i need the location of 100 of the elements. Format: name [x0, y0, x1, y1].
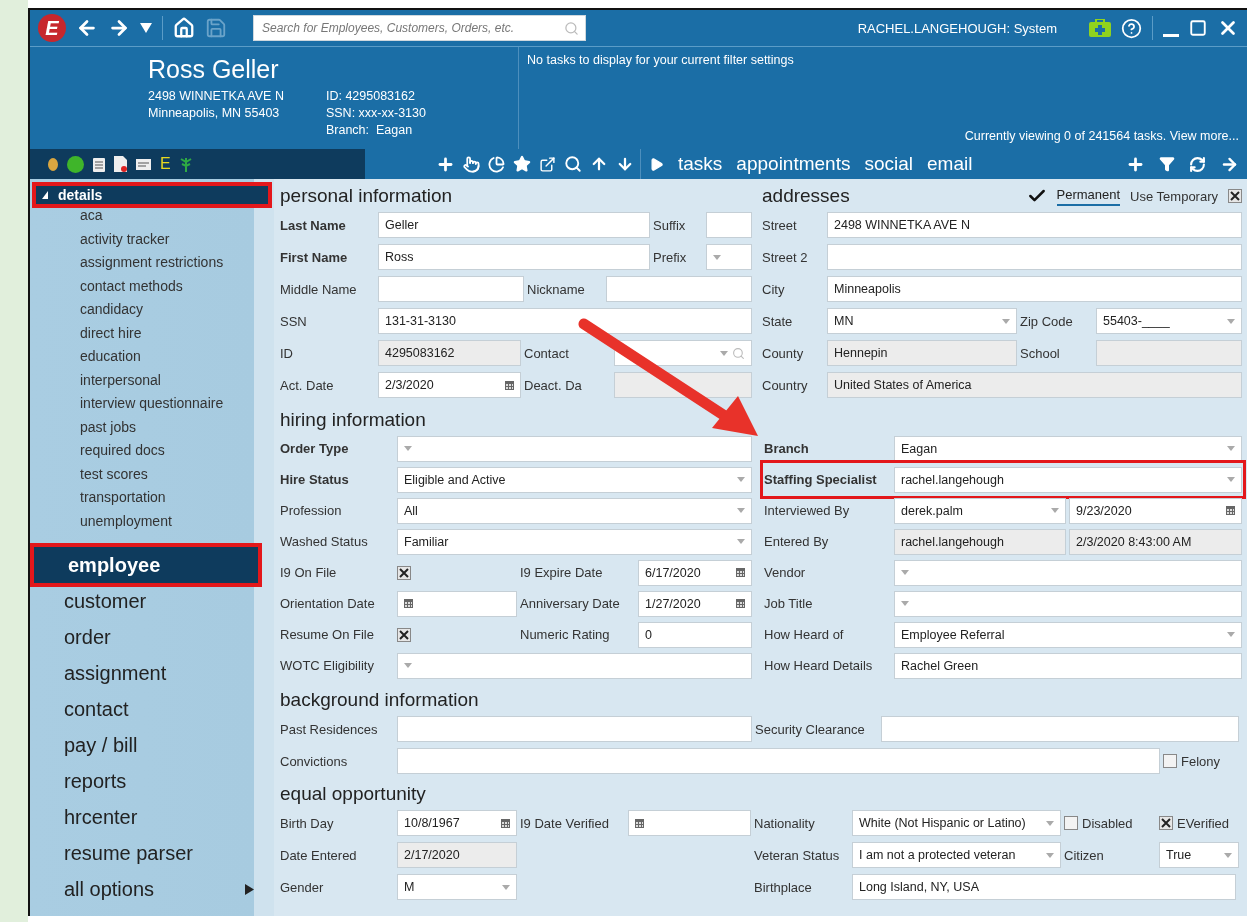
module-item[interactable]: pay / bill: [30, 727, 274, 763]
dropdown[interactable]: White (Not Hispanic or Latino): [852, 810, 1061, 836]
dropdown[interactable]: 55403-____: [1096, 308, 1242, 334]
document-icon[interactable]: [114, 156, 127, 172]
module-item[interactable]: contact: [30, 691, 274, 727]
sidebar-item[interactable]: past jobs: [30, 415, 274, 439]
dropdown[interactable]: M: [397, 874, 517, 900]
search-field[interactable]: Search for Employees, Customers, Orders, etc.: [253, 15, 586, 41]
sidebar-item[interactable]: unemployment: [30, 509, 274, 533]
coin-icon[interactable]: [48, 157, 58, 171]
move-down-button[interactable]: [616, 155, 634, 173]
details-section-header[interactable]: details: [32, 182, 272, 208]
checkbox[interactable]: [1163, 754, 1177, 768]
history-dropdown[interactable]: [140, 23, 152, 33]
text-field[interactable]: 131-31-3130: [378, 308, 752, 334]
module-item[interactable]: reports: [30, 763, 274, 799]
dropdown[interactable]: MN: [827, 308, 1017, 334]
sidebar-item[interactable]: required docs: [30, 439, 274, 463]
text-field[interactable]: United States of America: [827, 372, 1242, 398]
date-field[interactable]: 10/8/1967: [397, 810, 517, 836]
text-field[interactable]: [881, 716, 1239, 742]
sidebar-item[interactable]: activity tracker: [30, 227, 274, 251]
text-field[interactable]: 0: [638, 621, 752, 648]
caduceus-icon[interactable]: [179, 156, 192, 172]
date-field[interactable]: 9/23/2020: [1069, 497, 1242, 524]
text-field[interactable]: Geller: [378, 212, 650, 238]
date-field[interactable]: 6/17/2020: [638, 559, 752, 586]
notepad-icon[interactable]: [93, 156, 105, 172]
dropdown[interactable]: Employee Referral: [894, 621, 1242, 648]
refresh-button[interactable]: [1189, 155, 1206, 173]
pie-chart-button[interactable]: [488, 155, 505, 173]
card-icon[interactable]: [136, 158, 151, 170]
dropdown[interactable]: Eagan: [894, 435, 1242, 462]
pointer-button[interactable]: [463, 155, 480, 173]
text-field[interactable]: Hennepin: [827, 340, 1017, 366]
letter-badge[interactable]: E: [160, 155, 171, 173]
module-item[interactable]: employee: [30, 543, 262, 587]
dropdown[interactable]: All: [397, 497, 752, 524]
date-field[interactable]: [628, 810, 751, 836]
text-field[interactable]: Minneapolis: [827, 276, 1242, 302]
module-item[interactable]: resume parser: [30, 835, 274, 871]
text-field[interactable]: 2/3/2020 8:43:00 AM: [1069, 528, 1242, 555]
home-button[interactable]: [173, 17, 195, 39]
medical-kit-icon[interactable]: [1089, 19, 1111, 37]
date-field[interactable]: [397, 590, 517, 617]
dropdown[interactable]: I am not a protected veteran: [852, 842, 1061, 868]
app-logo[interactable]: E: [38, 14, 66, 42]
sidebar-item[interactable]: transportation: [30, 486, 274, 510]
back-button[interactable]: [76, 17, 98, 39]
date-field[interactable]: 2/3/2020: [378, 372, 521, 398]
text-field[interactable]: [1096, 340, 1242, 366]
filter-button[interactable]: [1159, 156, 1175, 172]
module-item[interactable]: hrcenter: [30, 799, 274, 835]
checkbox[interactable]: [397, 565, 411, 580]
maximize-button[interactable]: [1189, 19, 1207, 37]
sidebar-item[interactable]: direct hire: [30, 321, 274, 345]
checkbox[interactable]: [1228, 189, 1242, 203]
task-tab[interactable]: email: [927, 153, 973, 175]
text-field[interactable]: [606, 276, 752, 302]
checkbox[interactable]: [1159, 816, 1173, 830]
sidebar-item[interactable]: test scores: [30, 462, 274, 486]
sidebar-item[interactable]: candidacy: [30, 298, 274, 322]
move-up-button[interactable]: [590, 155, 608, 173]
text-field[interactable]: 4295083162: [378, 340, 521, 366]
text-field[interactable]: Rachel Green: [894, 652, 1242, 679]
text-field[interactable]: Ross: [378, 244, 650, 270]
dropdown[interactable]: True: [1159, 842, 1239, 868]
module-item[interactable]: assignment: [30, 655, 274, 691]
dropdown[interactable]: Eligible and Active: [397, 466, 752, 493]
text-field[interactable]: rachel.langehough: [894, 528, 1066, 555]
text-field[interactable]: Long Island, NY, USA: [852, 874, 1236, 900]
text-field[interactable]: [827, 244, 1242, 270]
task-tab[interactable]: appointments: [736, 153, 851, 175]
module-item[interactable]: order: [30, 619, 274, 655]
text-field[interactable]: [397, 716, 752, 742]
all-options-item[interactable]: all options: [30, 871, 274, 907]
task-tab[interactable]: social: [864, 153, 913, 175]
sidebar-item[interactable]: interview questionnaire: [30, 392, 274, 416]
checkbox[interactable]: [397, 627, 411, 642]
status-dot-icon[interactable]: [67, 155, 84, 173]
permanent-tab[interactable]: Permanent: [1056, 186, 1121, 206]
text-field[interactable]: [378, 276, 524, 302]
sidebar-item[interactable]: contact methods: [30, 274, 274, 298]
tasks-summary-link[interactable]: Currently viewing 0 of 241564 tasks. View more...: [964, 129, 1239, 143]
text-field[interactable]: [706, 212, 752, 238]
dropdown[interactable]: rachel.langehough: [894, 466, 1242, 493]
dropdown[interactable]: derek.palm: [894, 497, 1066, 524]
text-field[interactable]: 2498 WINNETKA AVE N: [827, 212, 1242, 238]
external-link-button[interactable]: [539, 155, 556, 173]
play-button[interactable]: [649, 156, 664, 172]
checkbox[interactable]: [1064, 816, 1078, 830]
forward-button[interactable]: [108, 17, 130, 39]
sidebar-item[interactable]: interpersonal: [30, 368, 274, 392]
date-field[interactable]: 1/27/2020: [638, 590, 752, 617]
text-field[interactable]: [397, 748, 1160, 774]
sidebar-item[interactable]: education: [30, 345, 274, 369]
task-tab[interactable]: tasks: [678, 153, 723, 175]
text-field[interactable]: 2/17/2020: [397, 842, 517, 868]
search-button[interactable]: [564, 155, 582, 173]
dropdown[interactable]: Familiar: [397, 528, 752, 555]
